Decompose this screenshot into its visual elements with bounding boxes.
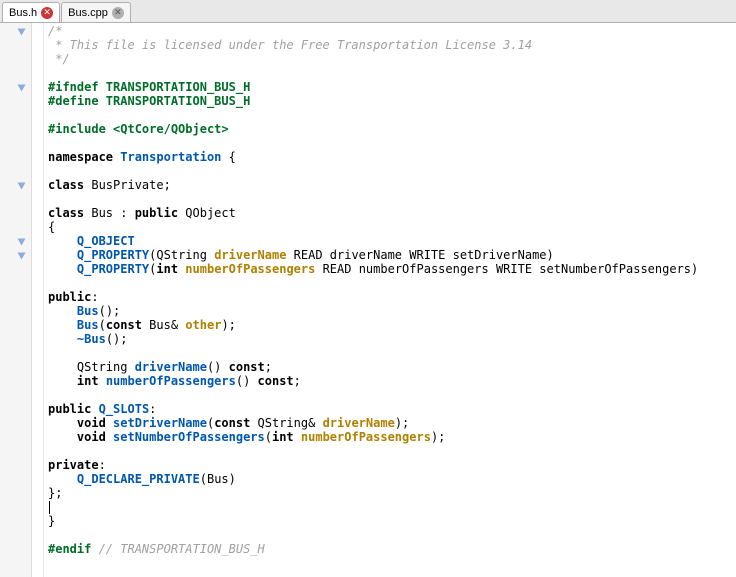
comment: * This file is licensed under the Free T…: [48, 38, 532, 52]
kw-class: class: [48, 178, 84, 192]
ret-type: QString: [77, 360, 135, 374]
macro: Q_DECLARE_PRIVATE: [77, 472, 200, 486]
ctor: Bus: [77, 318, 99, 332]
close-icon[interactable]: ✕: [112, 7, 124, 19]
prop: numberOfPassengers: [185, 262, 315, 276]
brace: }: [48, 514, 55, 528]
kw-class: class: [48, 206, 84, 220]
preproc: #define: [48, 94, 99, 108]
tab-bus-cpp[interactable]: Bus.cpp ✕: [61, 2, 131, 22]
tab-label: Bus.h: [9, 7, 37, 19]
param: numberOfPassengers: [301, 430, 431, 444]
param: other: [185, 318, 221, 332]
prop-rest: READ driverName WRITE setDriverName: [286, 248, 546, 262]
prop-rest: READ numberOfPassengers WRITE setNumberO…: [315, 262, 691, 276]
preproc: #endif: [48, 542, 91, 556]
func: setDriverName: [113, 416, 207, 430]
ret-type: int: [77, 374, 106, 388]
fold-marker-icon[interactable]: [18, 183, 26, 190]
tab-label: Bus.cpp: [68, 7, 108, 19]
kw-namespace: namespace: [48, 150, 113, 164]
text-cursor: [49, 501, 50, 514]
brace: {: [229, 150, 236, 164]
kw-public: public: [48, 290, 91, 304]
guard: TRANSPORTATION_BUS_H: [99, 80, 251, 94]
dtor: ~Bus: [77, 332, 106, 346]
type: QString: [156, 248, 214, 262]
guard: TRANSPORTATION_BUS_H: [99, 94, 251, 108]
fold-marker-icon[interactable]: [18, 253, 26, 260]
macro: Q_PROPERTY: [77, 262, 149, 276]
tab-bar: Bus.h ✕ Bus.cpp ✕: [0, 0, 736, 23]
change-gutter: [32, 23, 44, 577]
kw-public: public: [135, 206, 178, 220]
include-path: <QtCore/QObject>: [106, 122, 229, 136]
fold-marker-icon[interactable]: [18, 85, 26, 92]
prop: driverName: [214, 248, 286, 262]
macro: Q_OBJECT: [77, 234, 135, 248]
class-name: BusPrivate: [84, 178, 163, 192]
comment: */: [48, 52, 70, 66]
semi: ;: [164, 178, 171, 192]
fold-gutter[interactable]: [0, 23, 32, 577]
brace: };: [48, 486, 62, 500]
close-icon[interactable]: ✕: [41, 7, 53, 19]
func: setNumberOfPassengers: [113, 430, 265, 444]
tab-bus-h[interactable]: Bus.h ✕: [2, 2, 60, 22]
ns-name: Transportation: [113, 150, 229, 164]
func: numberOfPassengers: [106, 374, 236, 388]
code-area[interactable]: /* * This file is licensed under the Fre…: [44, 23, 736, 577]
base: QObject: [178, 206, 236, 220]
preproc: #ifndef: [48, 80, 99, 94]
preproc: #include: [48, 122, 106, 136]
kw-public: public: [48, 402, 91, 416]
ctor: Bus: [77, 304, 99, 318]
func: driverName: [135, 360, 207, 374]
editor-pane: /* * This file is licensed under the Fre…: [0, 23, 736, 577]
fold-marker-icon[interactable]: [18, 239, 26, 246]
comment: /*: [48, 24, 62, 38]
type: int: [156, 262, 185, 276]
fold-marker-icon[interactable]: [18, 29, 26, 36]
class-name: Bus: [84, 206, 120, 220]
param: driverName: [323, 416, 395, 430]
comment: // TRANSPORTATION_BUS_H: [91, 542, 264, 556]
macro: Q_PROPERTY: [77, 248, 149, 262]
brace: {: [48, 220, 55, 234]
colon: :: [120, 206, 134, 220]
macro: Q_SLOTS: [99, 402, 150, 416]
kw-private: private: [48, 458, 99, 472]
